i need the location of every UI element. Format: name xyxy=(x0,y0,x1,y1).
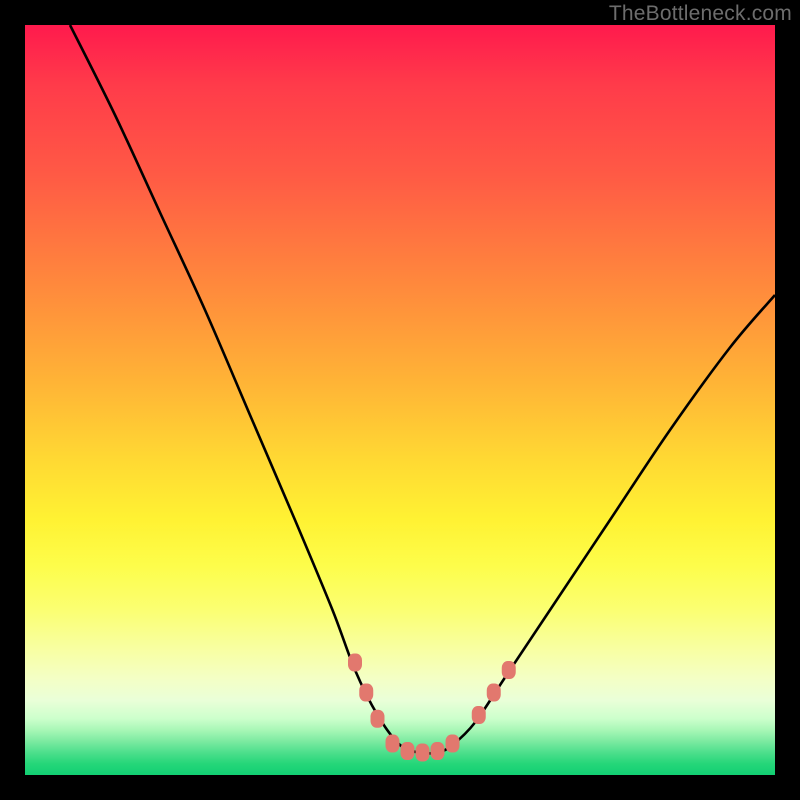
bottom-marker-1 xyxy=(386,735,400,753)
bottom-marker-2 xyxy=(401,742,415,760)
bottom-marker-4 xyxy=(431,742,445,760)
bottleneck-curve xyxy=(70,25,775,753)
bottom-marker-3 xyxy=(416,744,430,762)
plot-area xyxy=(25,25,775,775)
right-marker-2 xyxy=(487,684,501,702)
left-marker-1 xyxy=(348,654,362,672)
right-marker-1 xyxy=(472,706,486,724)
left-marker-2 xyxy=(359,684,373,702)
bottom-marker-5 xyxy=(446,735,460,753)
chart-frame: TheBottleneck.com xyxy=(0,0,800,800)
left-marker-3 xyxy=(371,710,385,728)
right-marker-3 xyxy=(502,661,516,679)
bottleneck-curve-svg xyxy=(25,25,775,775)
watermark-text: TheBottleneck.com xyxy=(609,2,792,26)
